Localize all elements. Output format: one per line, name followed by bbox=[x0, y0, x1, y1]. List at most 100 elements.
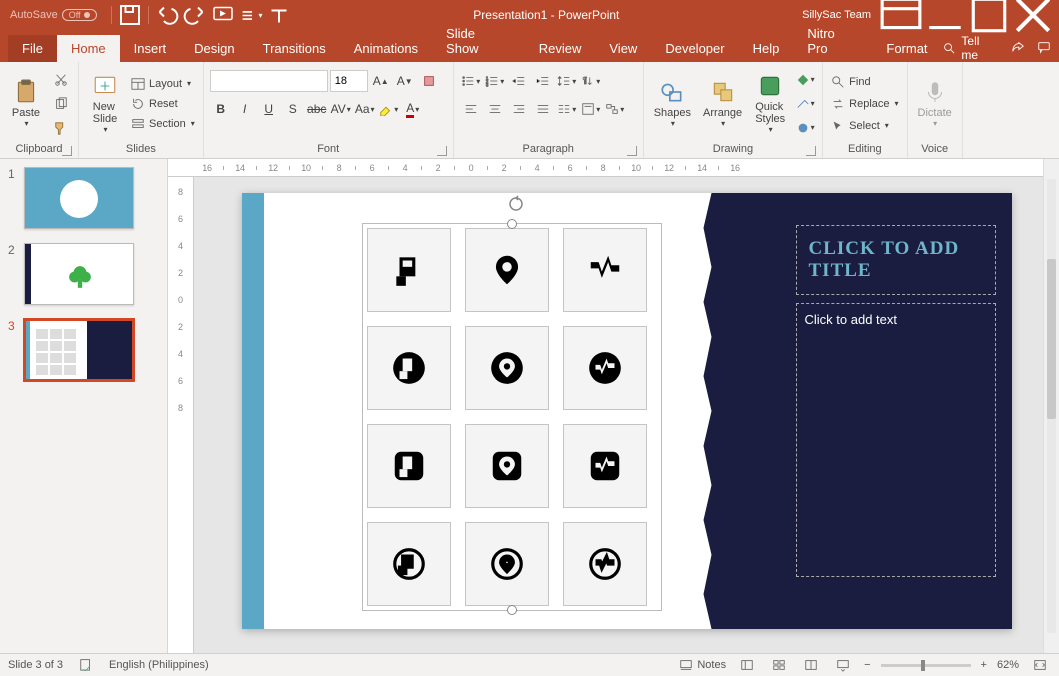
increase-font-icon[interactable]: A▲ bbox=[370, 70, 392, 92]
icon-cell[interactable] bbox=[465, 424, 549, 508]
tab-animations[interactable]: Animations bbox=[340, 35, 432, 62]
slide-indicator[interactable]: Slide 3 of 3 bbox=[8, 659, 63, 671]
rotate-handle-icon[interactable] bbox=[507, 195, 525, 213]
text-direction-icon[interactable]: ¶▾ bbox=[580, 70, 602, 92]
tab-developer[interactable]: Developer bbox=[651, 35, 738, 62]
shape-outline-icon[interactable]: ▾ bbox=[794, 93, 816, 115]
font-size-input[interactable] bbox=[330, 70, 368, 92]
zoom-slider[interactable] bbox=[881, 664, 971, 667]
replace-button[interactable]: Replace▾ bbox=[829, 95, 900, 113]
format-painter-icon[interactable] bbox=[50, 117, 72, 139]
icon-cell[interactable] bbox=[367, 326, 451, 410]
new-slide-button[interactable]: New Slide▾ bbox=[85, 66, 125, 141]
decrease-indent-icon[interactable] bbox=[508, 70, 530, 92]
reading-view-icon[interactable] bbox=[800, 656, 822, 674]
dialog-launcher-icon[interactable] bbox=[62, 146, 72, 156]
qat-more-icon[interactable]: ▾ bbox=[239, 3, 263, 27]
decrease-font-icon[interactable]: A▼ bbox=[394, 70, 416, 92]
ribbon-display-icon[interactable] bbox=[879, 0, 923, 30]
bold-icon[interactable]: B bbox=[210, 98, 232, 120]
title-placeholder[interactable]: CLICK TO ADD TITLE bbox=[796, 225, 996, 295]
redo-icon[interactable] bbox=[183, 3, 207, 27]
zoom-level[interactable]: 62% bbox=[997, 659, 1019, 671]
save-icon[interactable] bbox=[118, 3, 142, 27]
tab-view[interactable]: View bbox=[595, 35, 651, 62]
sorter-view-icon[interactable] bbox=[768, 656, 790, 674]
font-name-input[interactable] bbox=[210, 70, 328, 92]
tab-design[interactable]: Design bbox=[180, 35, 248, 62]
icon-cell[interactable] bbox=[563, 522, 647, 606]
highlight-icon[interactable]: ▾ bbox=[378, 98, 400, 120]
thumbnail-3[interactable]: 3 bbox=[8, 319, 159, 381]
tab-format[interactable]: Format bbox=[872, 35, 941, 62]
shape-fill-icon[interactable]: ▾ bbox=[794, 69, 816, 91]
start-from-beginning-icon[interactable] bbox=[211, 3, 235, 27]
font-color-icon[interactable]: A▾ bbox=[402, 98, 424, 120]
thumbnail-2[interactable]: 2 bbox=[8, 243, 159, 305]
increase-indent-icon[interactable] bbox=[532, 70, 554, 92]
icon-cell[interactable] bbox=[465, 228, 549, 312]
spacing-icon[interactable]: AV▾ bbox=[330, 98, 352, 120]
shadow-icon[interactable]: S bbox=[282, 98, 304, 120]
section-button[interactable]: Section▾ bbox=[129, 115, 197, 133]
notes-button[interactable]: Notes bbox=[679, 656, 726, 674]
selected-icon-grid[interactable] bbox=[362, 223, 662, 611]
slideshow-view-icon[interactable] bbox=[832, 656, 854, 674]
tab-slideshow[interactable]: Slide Show bbox=[432, 20, 525, 62]
vertical-scrollbar[interactable] bbox=[1043, 159, 1059, 653]
dialog-launcher-icon[interactable] bbox=[627, 146, 637, 156]
justify-icon[interactable] bbox=[532, 98, 554, 120]
autosave-toggle[interactable]: AutoSave Off bbox=[4, 9, 103, 21]
language-indicator[interactable]: English (Philippines) bbox=[109, 659, 209, 671]
fit-window-icon[interactable] bbox=[1029, 656, 1051, 674]
tab-help[interactable]: Help bbox=[739, 35, 794, 62]
undo-icon[interactable] bbox=[155, 3, 179, 27]
slide[interactable]: CLICK TO ADD TITLE Click to add text bbox=[242, 193, 1012, 629]
shapes-button[interactable]: Shapes▾ bbox=[650, 66, 695, 141]
icon-cell[interactable] bbox=[367, 424, 451, 508]
reset-button[interactable]: Reset bbox=[129, 95, 197, 113]
cut-icon[interactable] bbox=[50, 69, 72, 91]
close-icon[interactable] bbox=[1011, 0, 1055, 30]
align-right-icon[interactable] bbox=[508, 98, 530, 120]
tell-me-search[interactable]: Tell me bbox=[942, 34, 999, 62]
quick-styles-button[interactable]: Quick Styles▾ bbox=[750, 66, 790, 141]
align-center-icon[interactable] bbox=[484, 98, 506, 120]
tab-insert[interactable]: Insert bbox=[120, 35, 181, 62]
qat-customize-icon[interactable] bbox=[267, 3, 291, 27]
change-case-icon[interactable]: Aa▾ bbox=[354, 98, 376, 120]
share-icon[interactable] bbox=[1011, 40, 1025, 57]
dialog-launcher-icon[interactable] bbox=[806, 146, 816, 156]
text-placeholder[interactable]: Click to add text bbox=[796, 303, 996, 577]
icon-cell[interactable] bbox=[465, 326, 549, 410]
icon-cell[interactable] bbox=[563, 228, 647, 312]
dialog-launcher-icon[interactable] bbox=[437, 146, 447, 156]
strike-icon[interactable]: abc bbox=[306, 98, 328, 120]
align-text-icon[interactable]: ▾ bbox=[580, 98, 602, 120]
bullets-icon[interactable]: ▾ bbox=[460, 70, 482, 92]
icon-cell[interactable] bbox=[367, 228, 451, 312]
tab-review[interactable]: Review bbox=[525, 35, 596, 62]
layout-button[interactable]: Layout▾ bbox=[129, 75, 197, 93]
maximize-icon[interactable] bbox=[967, 0, 1011, 30]
italic-icon[interactable]: I bbox=[234, 98, 256, 120]
slide-canvas[interactable]: CLICK TO ADD TITLE Click to add text bbox=[194, 177, 1059, 653]
zoom-in-icon[interactable]: + bbox=[981, 659, 987, 671]
tab-file[interactable]: File bbox=[8, 35, 57, 62]
columns-icon[interactable]: ▾ bbox=[556, 98, 578, 120]
minimize-icon[interactable] bbox=[923, 0, 967, 30]
paste-button[interactable]: Paste▾ bbox=[6, 66, 46, 141]
align-left-icon[interactable] bbox=[460, 98, 482, 120]
comments-icon[interactable] bbox=[1037, 40, 1051, 57]
line-spacing-icon[interactable]: ▾ bbox=[556, 70, 578, 92]
numbering-icon[interactable]: 123▾ bbox=[484, 70, 506, 92]
arrange-button[interactable]: Arrange▾ bbox=[699, 66, 746, 141]
tab-nitropro[interactable]: Nitro Pro bbox=[793, 20, 872, 62]
underline-icon[interactable]: U bbox=[258, 98, 280, 120]
icon-cell[interactable] bbox=[367, 522, 451, 606]
thumbnail-1[interactable]: 1 bbox=[8, 167, 159, 229]
clear-format-icon[interactable] bbox=[418, 70, 440, 92]
tab-home[interactable]: Home bbox=[57, 35, 120, 62]
shape-effects-icon[interactable]: ▾ bbox=[794, 117, 816, 139]
smartart-convert-icon[interactable]: ▾ bbox=[604, 98, 626, 120]
